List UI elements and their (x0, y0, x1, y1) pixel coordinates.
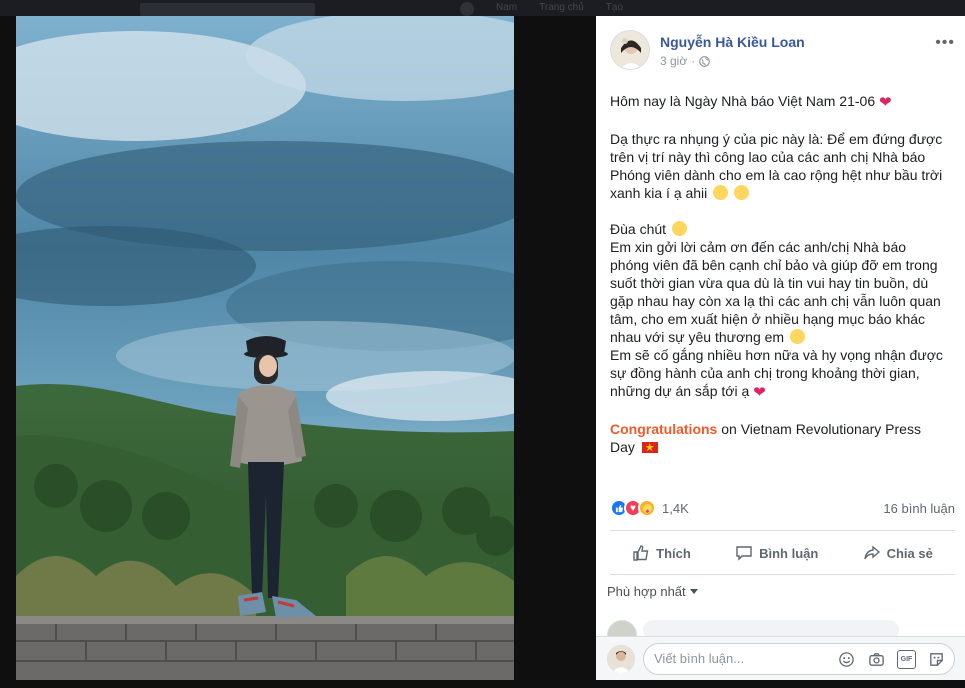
avatar-image (611, 31, 649, 69)
divider (610, 574, 955, 575)
background-nav-create: Tạo (605, 2, 624, 13)
comment-label: Bình luận (759, 545, 819, 561)
post-meta: 3 giờ · (660, 54, 711, 68)
vietnam-flag-icon (641, 439, 658, 457)
post-text-p3c: Em sẽ cố gắng nhiều hơn nữa và hy vọng n… (610, 347, 943, 399)
share-label: Chia sẻ (886, 545, 933, 561)
post-text-p3a: Đùa chút (610, 221, 667, 237)
congratulations-highlight: Congratulations (610, 421, 718, 437)
chevron-down-icon (689, 589, 698, 594)
comment-box: GIF (643, 643, 955, 675)
current-user-avatar (607, 645, 635, 673)
user-avatar-image (607, 645, 635, 673)
post-text-p3b: Em xin gởi lời cảm ơn đến các anh/chị Nh… (610, 239, 941, 345)
share-button[interactable]: Chia sẻ (863, 544, 933, 562)
post-paragraph-3: Đùa chút Em xin gởi lời cảm ơn đến các a… (610, 220, 948, 402)
gif-icon: GIF (897, 650, 916, 669)
blushing-emoji-icon (789, 329, 805, 344)
red-heart-emoji-icon: ❤ (879, 94, 892, 111)
care-face-icon (642, 503, 652, 513)
background-header: Nam Trang chủ Tạo (0, 0, 965, 16)
sort-label: Phù hợp nhất (607, 584, 686, 599)
thumb-icon (615, 504, 623, 512)
gif-button[interactable]: GIF (897, 650, 916, 669)
background-nav-home: Nam (496, 2, 518, 13)
post-photo[interactable] (16, 16, 514, 680)
post-panel: Nguyễn Hà Kiều Loan 3 giờ · ••• Hôm nay … (596, 16, 965, 680)
background-nav-page: Trang chủ (539, 2, 584, 13)
sticker-button[interactable] (927, 650, 946, 669)
more-options-icon[interactable]: ••• (935, 34, 955, 52)
post-text-line-1: Hôm nay là Ngày Nhà báo Việt Nam 21-06 (610, 93, 876, 109)
emoji-button[interactable] (837, 650, 856, 669)
post-paragraph-1: Hôm nay là Ngày Nhà báo Việt Nam 21-06 ❤ (610, 92, 948, 112)
reactions-bar: ♥ 1,4K 16 bình luận (610, 496, 955, 520)
comment-sort-dropdown[interactable]: Phù hợp nhất (607, 584, 698, 599)
comment-icon (736, 546, 752, 561)
author-avatar[interactable] (610, 30, 650, 70)
like-label: Thích (656, 545, 691, 561)
post-time[interactable]: 3 giờ (660, 54, 687, 68)
background-avatar (460, 2, 474, 16)
reaction-count[interactable]: 1,4K (662, 501, 689, 516)
like-button[interactable]: Thích (632, 544, 691, 562)
winking-tongue-emoji-icon (713, 185, 729, 200)
photo-image (16, 16, 514, 680)
comment-input[interactable] (654, 651, 824, 666)
care-reaction-icon[interactable] (638, 499, 656, 517)
sticker-icon (930, 653, 943, 666)
post-header: Nguyễn Hà Kiều Loan 3 giờ · ••• (610, 30, 955, 74)
post-actions: Thích Bình luận Chia sẻ (610, 538, 955, 568)
photo-button[interactable] (867, 650, 886, 669)
divider (610, 530, 955, 531)
emoji-icon (839, 652, 854, 667)
camera-icon (869, 653, 884, 666)
blushing-emoji-icon (671, 221, 687, 236)
post-body: Hôm nay là Ngày Nhà báo Việt Nam 21-06 ❤… (610, 92, 948, 474)
author-name[interactable]: Nguyễn Hà Kiều Loan (660, 34, 805, 50)
post-paragraph-4: Congratulations on Vietnam Revolutionary… (610, 420, 948, 457)
laughing-emoji-icon (734, 185, 750, 200)
globe-icon[interactable] (699, 55, 711, 67)
post-paragraph-2: Dạ thực ra nhụng ý của pic này là: Để em… (610, 130, 948, 202)
comment-button[interactable]: Bình luận (735, 544, 818, 562)
red-heart-emoji-icon: ❤ (753, 384, 766, 401)
like-icon (633, 545, 649, 561)
comment-count[interactable]: 16 bình luận (883, 501, 955, 516)
comment-composer: GIF (596, 636, 965, 680)
background-search-bar (140, 3, 315, 16)
background-nav: Nam Trang chủ Tạo (460, 2, 623, 16)
post-text-p2: Dạ thực ra nhụng ý của pic này là: Để em… (610, 131, 943, 201)
composer-icons: GIF (837, 650, 946, 669)
share-icon (863, 545, 880, 560)
